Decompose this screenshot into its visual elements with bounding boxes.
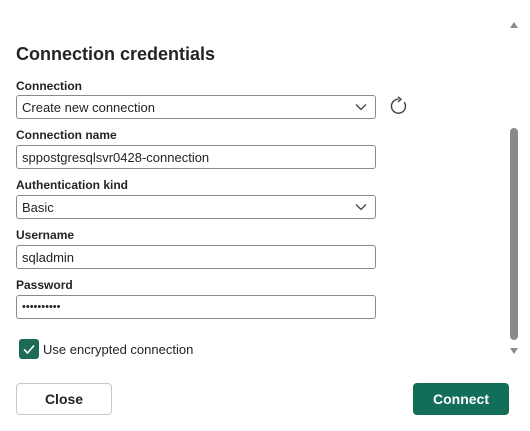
password-label: Password [16, 278, 73, 292]
encrypted-connection-checkbox[interactable] [19, 339, 39, 359]
connection-name-input[interactable]: sppostgresqlsvr0428-connection [16, 145, 376, 169]
scrollbar-thumb[interactable] [510, 128, 518, 340]
username-value: sqladmin [22, 249, 75, 265]
connection-credentials-dialog: Connection credentials Connection Create… [0, 0, 530, 431]
checkmark-icon [23, 344, 35, 355]
auth-kind-dropdown[interactable]: Basic [16, 195, 376, 219]
connection-value: Create new connection [22, 99, 155, 115]
auth-kind-label: Authentication kind [16, 178, 128, 192]
username-label: Username [16, 228, 75, 242]
connection-dropdown[interactable]: Create new connection [16, 95, 376, 119]
close-button[interactable]: Close [16, 383, 112, 415]
connection-name-value: sppostgresqlsvr0428-connection [22, 149, 210, 165]
chevron-down-icon [355, 204, 367, 211]
connection-name-label: Connection name [16, 128, 117, 142]
dialog-title: Connection credentials [16, 44, 216, 64]
chevron-down-icon [355, 104, 367, 111]
auth-kind-value: Basic [22, 199, 54, 215]
username-input[interactable]: sqladmin [16, 245, 376, 269]
connect-button[interactable]: Connect [413, 383, 509, 415]
password-input[interactable]: •••••••••• [16, 295, 376, 319]
encrypted-connection-label[interactable]: Use encrypted connection [43, 342, 193, 357]
scroll-down-arrow-icon[interactable] [510, 347, 518, 355]
connection-label: Connection [16, 79, 82, 93]
refresh-icon[interactable] [389, 96, 409, 116]
scroll-up-arrow-icon[interactable] [510, 21, 518, 29]
password-value: •••••••••• [22, 301, 61, 313]
